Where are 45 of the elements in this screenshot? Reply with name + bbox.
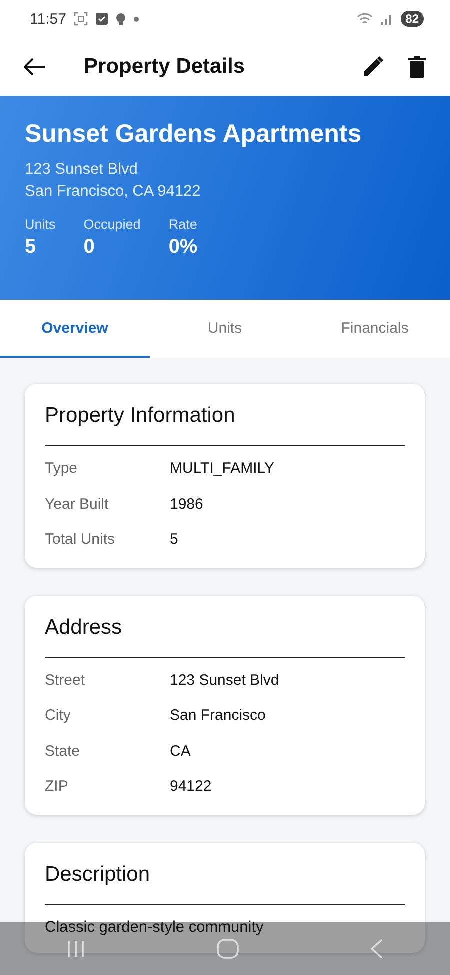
field-label: State xyxy=(45,742,82,762)
pencil-icon xyxy=(362,56,384,78)
field-value: 123 Sunset Blvd xyxy=(170,670,280,690)
field-value: MULTI_FAMILY xyxy=(170,459,276,479)
screen-title: Property Details xyxy=(84,55,246,79)
tab[interactable]: Units xyxy=(150,300,300,358)
tab[interactable]: Financials xyxy=(300,300,450,358)
signal-icon xyxy=(380,14,393,24)
field-label: Type xyxy=(45,459,79,479)
field-value: CA xyxy=(170,742,192,762)
address-line: 123 Sunset Blvd xyxy=(25,160,139,180)
field-label: Total Units xyxy=(45,530,116,550)
field-label: Street xyxy=(45,670,86,690)
home-icon xyxy=(216,938,239,958)
field-label: ZIP xyxy=(45,777,70,797)
field-value: 1986 xyxy=(170,494,204,514)
stat-label: Rate xyxy=(168,217,198,232)
wifi-icon xyxy=(356,12,373,26)
stat-value: 0 xyxy=(84,236,96,259)
back-arrow-icon xyxy=(24,58,46,76)
card-title: Property Information xyxy=(45,404,236,428)
bulb-icon xyxy=(116,12,126,26)
card-title: Description xyxy=(45,862,152,886)
stat-value: 5 xyxy=(25,236,38,259)
field-label: Year Built xyxy=(45,494,110,514)
card-title: Address xyxy=(45,616,124,640)
address-line: San Francisco, CA 94122 xyxy=(25,182,202,202)
stat-label: Units xyxy=(25,217,56,232)
field-label: City xyxy=(45,706,72,726)
description-text: Classic garden-style community xyxy=(45,918,265,936)
property-name: Sunset Gardens Apartments xyxy=(25,120,363,149)
recent-apps-icon xyxy=(66,940,86,958)
chevron-left-icon xyxy=(370,938,384,958)
field-value: San Francisco xyxy=(170,706,267,726)
trash-icon xyxy=(408,56,426,78)
stat-label: Occupied xyxy=(84,217,141,232)
field-value: 94122 xyxy=(170,777,213,797)
screenshot-icon xyxy=(74,12,88,26)
status-time: 11:57 xyxy=(30,10,66,28)
field-value: 5 xyxy=(170,530,180,550)
stat-value: 0% xyxy=(168,236,198,259)
dot-icon xyxy=(134,16,140,22)
checkbox-icon xyxy=(96,13,108,25)
tab[interactable]: Overview xyxy=(0,300,150,358)
battery-indicator: 82 xyxy=(400,11,424,27)
